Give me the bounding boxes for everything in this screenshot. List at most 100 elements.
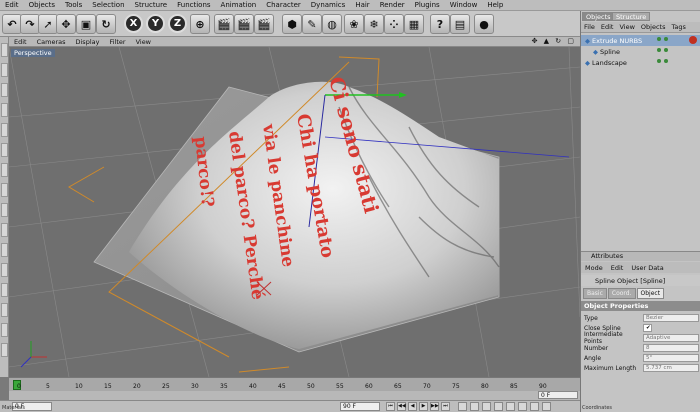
left-tool-button[interactable] <box>1 123 8 137</box>
move-icon[interactable]: ✥ <box>56 14 76 34</box>
menu-animation[interactable]: Animation <box>216 1 262 9</box>
scale-icon[interactable]: ▣ <box>76 14 96 34</box>
object-row[interactable]: ◆ Extrude NURBS <box>581 35 700 46</box>
menu-hair[interactable]: Hair <box>350 1 374 9</box>
left-tool-button[interactable] <box>1 183 8 197</box>
left-tool-button[interactable] <box>1 43 8 57</box>
property-value[interactable]: Bezier <box>643 314 699 322</box>
scene-icon[interactable]: ▦ <box>404 14 424 34</box>
3d-viewport[interactable]: Ci sono stati Chi ha portato via le panc… <box>9 37 580 377</box>
transport-button[interactable]: ◀◀ <box>397 402 406 411</box>
calculator-icon[interactable]: ▤ <box>450 14 470 34</box>
live-selection-icon[interactable]: ➚ <box>38 14 58 34</box>
left-tool-button[interactable] <box>1 283 8 297</box>
transport-button[interactable]: ◀ <box>408 402 417 411</box>
visibility-dots[interactable] <box>657 37 671 44</box>
coordinate-system-icon[interactable]: ⊕ <box>190 14 210 34</box>
sphere-icon[interactable]: ● <box>474 14 494 34</box>
objects-menu-edit[interactable]: Edit <box>598 23 617 31</box>
keyframe-tool-button[interactable] <box>542 402 551 411</box>
objects-menu-objects[interactable]: Objects <box>638 23 669 31</box>
keyframe-tool-button[interactable] <box>482 402 491 411</box>
x-axis-icon[interactable]: X <box>124 14 143 33</box>
end-frame-field[interactable]: 90 F <box>340 402 380 411</box>
viewport-menu-cameras[interactable]: Cameras <box>32 38 71 46</box>
transport-button[interactable]: ▶ <box>419 402 428 411</box>
left-tool-button[interactable] <box>1 263 8 277</box>
objects-menu-view[interactable]: View <box>616 23 637 31</box>
transport-button[interactable]: ⏮ <box>386 402 395 411</box>
transport-button[interactable]: ▶▶ <box>430 402 439 411</box>
z-axis-icon[interactable]: Z <box>168 14 187 33</box>
keyframe-tool-button[interactable] <box>530 402 539 411</box>
property-value[interactable]: 5.737 cm <box>643 364 699 372</box>
timeline[interactable]: 0 5 10 15 20 25 30 35 40 45 50 55 60 65 70 75 80 85 90 <box>9 377 580 391</box>
property-value[interactable]: ✔ <box>643 324 652 332</box>
object-name[interactable]: Extrude NURBS <box>592 37 642 45</box>
left-tool-button[interactable] <box>1 143 8 157</box>
visibility-dots[interactable] <box>657 48 671 55</box>
attributes-menu-item[interactable]: Mode <box>581 264 607 272</box>
left-tool-button[interactable] <box>1 243 8 257</box>
redo-icon[interactable]: ↷ <box>20 14 40 34</box>
nurbs-icon[interactable]: ◍ <box>322 14 342 34</box>
property-value[interactable]: 8 <box>643 344 699 352</box>
y-axis-arrow[interactable] <box>399 92 407 98</box>
render-settings-icon[interactable]: 🎬 <box>254 14 274 34</box>
menu-plugins[interactable]: Plugins <box>410 1 445 9</box>
attributes-tab[interactable]: Coord. <box>607 288 636 299</box>
left-tool-button[interactable] <box>1 103 8 117</box>
keyframe-tool-button[interactable] <box>494 402 503 411</box>
material-tag-icon[interactable] <box>689 36 697 44</box>
attributes-tab[interactable]: Basic <box>583 288 607 299</box>
cube-icon[interactable]: ⬢ <box>282 14 302 34</box>
particles-icon[interactable]: ⁘ <box>384 14 404 34</box>
menu-functions[interactable]: Functions <box>172 1 215 9</box>
left-tool-button[interactable] <box>1 163 8 177</box>
objects-menu-file[interactable]: File <box>581 23 598 31</box>
undo-icon[interactable]: ↶ <box>2 14 22 34</box>
array-icon[interactable]: ❀ <box>344 14 364 34</box>
viewport-menu-display[interactable]: Display <box>71 38 105 46</box>
frame-range-bar[interactable]: 0 F <box>9 391 580 400</box>
viewport-menu-edit[interactable]: Edit <box>9 38 32 46</box>
objects-menu-tags[interactable]: Tags <box>668 23 688 31</box>
object-row[interactable]: ◆ Spline <box>581 46 700 57</box>
left-tool-button[interactable] <box>1 323 8 337</box>
visibility-dots[interactable] <box>657 59 671 66</box>
object-name[interactable]: Landscape <box>592 59 627 67</box>
keyframe-tool-button[interactable] <box>506 402 515 411</box>
menu-character[interactable]: Character <box>261 1 306 9</box>
object-name[interactable]: Spline <box>600 48 620 56</box>
menu-render[interactable]: Render <box>375 1 410 9</box>
tab-structure[interactable]: Structure <box>612 12 651 21</box>
y-axis-icon[interactable]: Y <box>146 14 165 33</box>
render-view-icon[interactable]: 🎬 <box>214 14 234 34</box>
menu-edit[interactable]: Edit <box>0 1 24 9</box>
keyframe-tool-button[interactable] <box>458 402 467 411</box>
object-row[interactable]: ◆ Landscape <box>581 57 700 68</box>
current-frame-field[interactable]: 0 F <box>538 391 578 399</box>
transport-button[interactable]: ⏭ <box>441 402 450 411</box>
menu-tools[interactable]: Tools <box>60 1 87 9</box>
attributes-menu-item[interactable]: User Data <box>627 264 667 272</box>
menu-dynamics[interactable]: Dynamics <box>306 1 351 9</box>
keyframe-tool-button[interactable] <box>518 402 527 411</box>
left-tool-button[interactable] <box>1 303 8 317</box>
left-tool-button[interactable] <box>1 343 8 357</box>
rotate-icon[interactable]: ↻ <box>96 14 116 34</box>
menu-window[interactable]: Window <box>445 1 483 9</box>
tab-objects[interactable]: Objects <box>582 12 615 21</box>
viewport-menu-view[interactable]: View <box>131 38 156 46</box>
left-tool-button[interactable] <box>1 203 8 217</box>
property-value[interactable]: Adaptive <box>643 334 699 342</box>
menu-structure[interactable]: Structure <box>130 1 173 9</box>
left-tool-button[interactable] <box>1 223 8 237</box>
viewport-menu-filter[interactable]: Filter <box>104 38 130 46</box>
pen-icon[interactable]: ✎ <box>302 14 322 34</box>
viewport-canvas[interactable]: Ci sono stati Chi ha portato via le panc… <box>9 37 580 377</box>
render-picture-viewer-icon[interactable]: 🎬 <box>234 14 254 34</box>
left-tool-button[interactable] <box>1 63 8 77</box>
attributes-tab[interactable]: Object <box>636 288 665 299</box>
help-icon[interactable]: ? <box>430 14 450 34</box>
